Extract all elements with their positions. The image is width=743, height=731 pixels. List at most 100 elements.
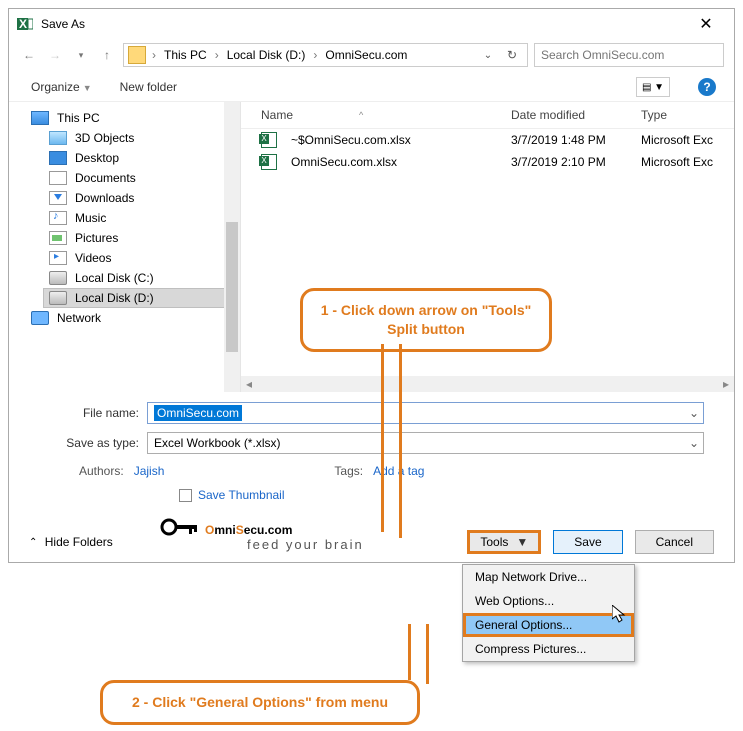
scroll-right-button[interactable]: ▸	[718, 376, 734, 392]
tree-item-music[interactable]: Music	[43, 208, 240, 228]
file-row[interactable]: ~$OmniSecu.com.xlsx 3/7/2019 1:48 PMMicro…	[241, 129, 734, 151]
forward-button[interactable]: →	[45, 45, 65, 65]
svg-text:X: X	[19, 17, 27, 31]
tree-item-local-disk-c-[interactable]: Local Disk (C:)	[43, 268, 240, 288]
tree-icon	[49, 211, 67, 225]
tree-label: Downloads	[75, 191, 134, 205]
chevron-down-icon[interactable]: ⌄	[685, 436, 703, 450]
address-bar[interactable]: › This PC › Local Disk (D:) › OmniSecu.c…	[123, 43, 528, 67]
tree-icon	[49, 291, 67, 305]
crumb-root[interactable]: This PC	[162, 48, 209, 62]
new-folder-button[interactable]: New folder	[120, 80, 177, 94]
tree-item-network[interactable]: Network	[25, 308, 240, 328]
view-options-button[interactable]: ▤ ▼	[636, 77, 670, 97]
search-box[interactable]	[534, 43, 724, 67]
tree-icon	[31, 311, 49, 325]
callout-step-1: 1 - Click down arrow on "Tools" Split bu…	[300, 288, 552, 352]
save-as-dialog: X Save As ✕ ← → ▾ ↑ › This PC › Local Di…	[8, 8, 735, 563]
save-thumbnail-checkbox[interactable]	[179, 489, 192, 502]
tree-icon	[49, 251, 67, 265]
tree-icon	[31, 111, 49, 125]
tree-item-3d-objects[interactable]: 3D Objects	[43, 128, 240, 148]
column-headers[interactable]: Name^ Date modified Type	[241, 102, 734, 129]
tree-item-downloads[interactable]: Downloads	[43, 188, 240, 208]
horizontal-scrollbar[interactable]: ◂ ▸	[241, 376, 734, 392]
up-button[interactable]: ↑	[97, 45, 117, 65]
file-date: 3/7/2019 1:48 PM	[511, 133, 641, 147]
save-type-combo[interactable]: Excel Workbook (*.xlsx) ⌄	[147, 432, 704, 454]
callout-connector	[399, 344, 402, 538]
tree-label: Pictures	[75, 231, 118, 245]
tree-label: 3D Objects	[75, 131, 134, 145]
tree-label: Network	[57, 311, 101, 325]
tree-label: Videos	[75, 251, 111, 265]
tree-item-documents[interactable]: Documents	[43, 168, 240, 188]
chevron-down-icon[interactable]: ▼	[516, 535, 528, 549]
tree-label: Desktop	[75, 151, 119, 165]
crumb-folder[interactable]: OmniSecu.com	[323, 48, 409, 62]
file-type: Microsoft Exc	[641, 133, 734, 147]
hide-folders-button[interactable]: ⌃ Hide Folders	[29, 535, 113, 549]
titlebar: X Save As ✕	[9, 9, 734, 39]
tree-icon	[49, 171, 67, 185]
tree-item-desktop[interactable]: Desktop	[43, 148, 240, 168]
search-input[interactable]	[541, 48, 717, 62]
tree-item-videos[interactable]: Videos	[43, 248, 240, 268]
save-type-value: Excel Workbook (*.xlsx)	[148, 436, 685, 450]
tags-label: Tags:	[334, 464, 363, 478]
scroll-left-button[interactable]: ◂	[241, 376, 257, 392]
excel-file-icon	[261, 132, 277, 148]
file-name: OmniSecu.com.xlsx	[291, 155, 397, 169]
back-button[interactable]: ←	[19, 45, 39, 65]
col-name[interactable]: Name^	[261, 108, 511, 122]
filename-field[interactable]: OmniSecu.com ⌄	[147, 402, 704, 424]
sort-asc-icon: ^	[359, 110, 363, 120]
excel-app-icon: X	[17, 16, 33, 32]
tree-label: Local Disk (C:)	[75, 271, 154, 285]
chevron-right-icon: ›	[211, 48, 223, 62]
menu-map-network-drive[interactable]: Map Network Drive...	[463, 565, 634, 589]
tree-item-pictures[interactable]: Pictures	[43, 228, 240, 248]
scrollbar-thumb[interactable]	[226, 222, 238, 352]
tools-split-button[interactable]: Tools▼	[467, 530, 541, 554]
history-dropdown[interactable]: ▾	[71, 45, 91, 65]
file-name: ~$OmniSecu.com.xlsx	[291, 133, 411, 147]
filename-value: OmniSecu.com	[154, 405, 242, 421]
bottom-button-row: ⌃ Hide Folders Tools▼ Save Cancel	[9, 530, 734, 554]
col-type[interactable]: Type	[641, 108, 734, 122]
dialog-title: Save As	[41, 17, 686, 31]
save-thumbnail-label: Save Thumbnail	[198, 488, 285, 502]
tree-icon	[49, 231, 67, 245]
cancel-button[interactable]: Cancel	[635, 530, 714, 554]
file-date: 3/7/2019 2:10 PM	[511, 155, 641, 169]
excel-file-icon	[261, 154, 277, 170]
menu-general-options[interactable]: General Options...	[463, 613, 634, 637]
file-row[interactable]: OmniSecu.com.xlsx3/7/2019 2:10 PMMicroso…	[241, 151, 734, 173]
toolbar: Organize▼ New folder ▤ ▼ ?	[9, 71, 734, 102]
crumb-drive[interactable]: Local Disk (D:)	[225, 48, 308, 62]
menu-web-options[interactable]: Web Options...	[463, 589, 634, 613]
help-button[interactable]: ?	[698, 78, 716, 96]
tree-label: Local Disk (D:)	[75, 291, 154, 305]
authors-value[interactable]: Jajish	[134, 464, 165, 478]
tools-menu: Map Network Drive... Web Options... Gene…	[462, 564, 635, 662]
tree-icon	[49, 191, 67, 205]
nav-tree[interactable]: This PC 3D Objects Desktop Documents Downloa…	[9, 102, 241, 392]
tree-scrollbar[interactable]	[224, 102, 240, 392]
chevron-down-icon[interactable]: ⌄	[685, 406, 703, 420]
tree-item-this-pc[interactable]: This PC	[25, 108, 240, 128]
organize-button[interactable]: Organize▼	[31, 80, 92, 94]
save-button[interactable]: Save	[553, 530, 622, 554]
refresh-button[interactable]: ↻	[501, 46, 523, 64]
chevron-up-icon: ⌃	[29, 537, 37, 548]
col-date[interactable]: Date modified	[511, 108, 641, 122]
tree-icon	[49, 131, 67, 145]
callout-connector	[381, 344, 384, 532]
folder-icon	[128, 46, 146, 64]
tree-item-local-disk-d-[interactable]: Local Disk (D:)	[43, 288, 240, 308]
menu-compress-pictures[interactable]: Compress Pictures...	[463, 637, 634, 661]
close-button[interactable]: ✕	[686, 14, 726, 34]
tree-icon	[49, 151, 67, 165]
address-dropdown[interactable]: ⌄	[477, 46, 499, 64]
tree-label: Music	[75, 211, 106, 225]
